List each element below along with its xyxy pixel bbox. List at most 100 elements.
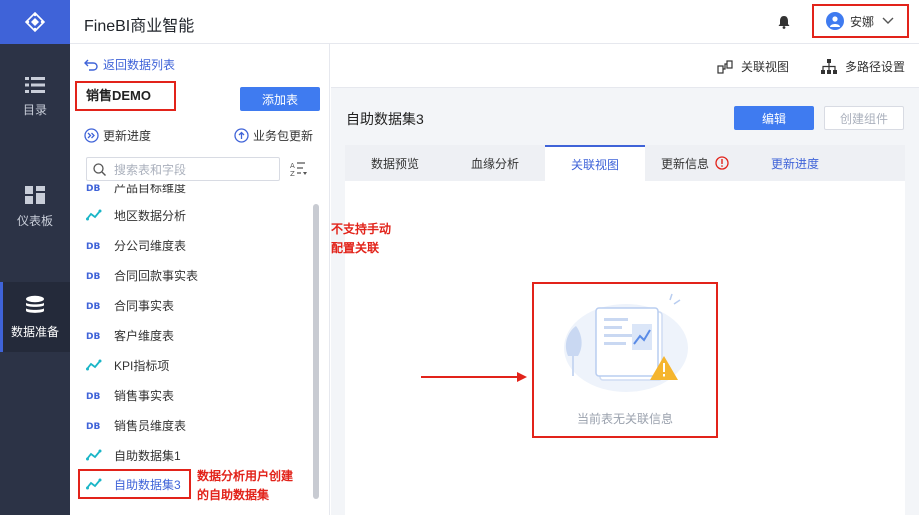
nav-item-dashboard[interactable]: 仪表板 <box>0 172 70 242</box>
table-item-label: 客户维度表 <box>114 328 175 343</box>
self-service-dataset-icon <box>86 209 104 221</box>
database-table-icon: DB <box>86 390 104 400</box>
annotation-user-dataset-line2: 的自助数据集 <box>197 488 270 502</box>
dataset-title: 自助数据集3 <box>346 111 424 127</box>
svg-text:Z: Z <box>290 170 295 177</box>
add-table-button[interactable]: 添加表 <box>240 87 320 111</box>
table-item[interactable]: KPI指标项 <box>86 354 169 376</box>
relation-view-label: 关联视图 <box>741 60 790 74</box>
tab-relation-view[interactable]: 关联视图 <box>545 145 645 181</box>
svg-text:DB: DB <box>86 392 100 400</box>
nav-item-catalog[interactable]: 目录 <box>0 62 70 132</box>
info-alert-icon <box>715 156 729 170</box>
relation-view-icon <box>717 59 733 74</box>
tab-update-progress[interactable]: 更新进度 <box>745 145 845 181</box>
edit-button[interactable]: 编辑 <box>734 106 814 130</box>
refresh-icon <box>234 128 249 143</box>
user-menu[interactable]: 安娜 <box>812 4 909 38</box>
table-item-label: 地区数据分析 <box>114 208 187 223</box>
annotation-arrow <box>421 372 527 382</box>
nav-item-data-prep-label: 数据准备 <box>10 324 59 339</box>
app-logo[interactable] <box>0 0 70 44</box>
tree-scrollbar[interactable] <box>313 204 319 499</box>
svg-text:DB: DB <box>86 242 100 250</box>
nav-item-data-prep[interactable]: 数据准备 <box>0 282 70 352</box>
svg-text:DB: DB <box>86 422 100 430</box>
list-icon <box>25 76 45 93</box>
search-input[interactable]: 搜索表和字段 <box>86 157 280 181</box>
table-item[interactable]: DB 销售员维度表 <box>86 414 186 436</box>
chevron-down-icon <box>882 17 894 24</box>
tab-lineage-analysis[interactable]: 血缘分析 <box>445 145 545 181</box>
package-update-link[interactable]: 业务包更新 <box>234 127 313 144</box>
annotation-manual-config-line1: 不支持手动 <box>331 222 392 236</box>
search-icon <box>93 162 106 176</box>
svg-text:DB: DB <box>86 332 100 340</box>
svg-text:DB: DB <box>86 184 100 192</box>
self-service-dataset-icon <box>86 449 104 461</box>
progress-icon <box>84 128 99 143</box>
empty-message: 当前表无关联信息 <box>576 412 673 426</box>
database-table-icon: DB <box>86 184 104 192</box>
table-item-label: 合同事实表 <box>114 298 175 313</box>
empty-illustration <box>564 293 688 392</box>
relation-view-content: 当前表无关联信息 <box>345 181 905 515</box>
table-item[interactable]: 自助数据集1 <box>86 444 181 466</box>
back-link-label: 返回数据列表 <box>103 58 176 72</box>
multi-path-label: 多路径设置 <box>845 60 906 74</box>
table-item[interactable]: DB 客户维度表 <box>86 324 174 346</box>
multi-path-settings-button[interactable]: 多路径设置 <box>821 58 905 75</box>
dashboard-icon <box>25 185 45 204</box>
svg-text:A: A <box>290 162 295 170</box>
tab-update-info[interactable]: 更新信息 <box>645 145 745 181</box>
user-icon <box>830 16 840 27</box>
table-item-label: 自助数据集1 <box>114 448 181 463</box>
update-progress-label: 更新进度 <box>103 129 152 143</box>
empty-state: 当前表无关联信息 <box>532 282 718 438</box>
annotation-manual-config: 不支持手动 配置关联 <box>331 220 391 258</box>
top-bar: FineBI商业智能 安娜 <box>70 0 919 44</box>
app-title: FineBI商业智能 <box>84 18 195 35</box>
table-item[interactable]: 地区数据分析 <box>86 204 186 226</box>
table-item-label: 销售员维度表 <box>114 418 187 433</box>
svg-text:DB: DB <box>86 272 100 280</box>
database-table-icon: DB <box>86 330 104 340</box>
table-item-selected[interactable]: 自助数据集3 <box>78 469 191 499</box>
database-table-icon: DB <box>86 240 104 250</box>
table-item[interactable]: DB 合同事实表 <box>86 294 174 316</box>
user-name: 安娜 <box>850 14 875 29</box>
database-table-icon: DB <box>86 420 104 430</box>
database-table-icon: DB <box>86 270 104 280</box>
table-item-label: KPI指标项 <box>114 358 170 373</box>
table-item-label: 产品目标维度 <box>114 184 187 195</box>
package-update-label: 业务包更新 <box>253 129 314 143</box>
hierarchy-icon <box>821 59 837 74</box>
table-item[interactable]: DB 产品目标维度 <box>86 184 186 198</box>
return-icon <box>84 59 98 71</box>
back-to-data-list-link[interactable]: 返回数据列表 <box>84 56 175 73</box>
nav-item-dashboard-label: 仪表板 <box>16 213 53 228</box>
nav-item-catalog-label: 目录 <box>22 102 47 117</box>
database-icon <box>26 295 44 313</box>
annotation-user-dataset: 数据分析用户创建 的自助数据集 <box>197 467 293 505</box>
tab-data-preview[interactable]: 数据预览 <box>345 145 445 181</box>
table-item[interactable]: DB 销售事实表 <box>86 384 174 406</box>
create-component-button[interactable]: 创建组件 <box>824 106 904 130</box>
package-name: 销售DEMO <box>75 81 176 111</box>
tab-update-info-label: 更新信息 <box>660 156 709 171</box>
relation-view-button[interactable]: 关联视图 <box>717 58 789 75</box>
self-service-dataset-icon <box>86 359 104 371</box>
table-item[interactable]: DB 合同回款事实表 <box>86 264 198 286</box>
main-header: 关联视图 多路径设置 <box>331 44 919 88</box>
bell-icon[interactable] <box>778 15 790 29</box>
sort-icon[interactable]: A Z <box>290 161 308 177</box>
table-item[interactable]: DB 分公司维度表 <box>86 234 186 256</box>
table-item-label: 自助数据集3 <box>114 477 181 492</box>
left-navigation: 目录 仪表板 数据准备 <box>0 0 70 515</box>
logo-icon <box>25 12 45 32</box>
table-item-label: 合同回款事实表 <box>114 268 199 283</box>
update-progress-link[interactable]: 更新进度 <box>84 127 151 144</box>
table-item-label: 销售事实表 <box>114 388 175 403</box>
svg-text:DB: DB <box>86 302 100 310</box>
database-table-icon: DB <box>86 300 104 310</box>
